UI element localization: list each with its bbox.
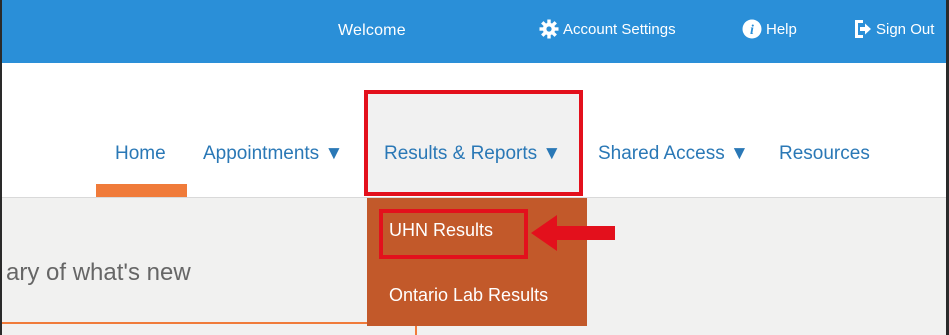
- svg-text:i: i: [750, 23, 754, 38]
- nav-home[interactable]: Home: [115, 143, 166, 165]
- welcome-text: Welcome: [338, 22, 406, 39]
- content-divider: [2, 322, 415, 324]
- sign-out-icon: [854, 19, 872, 39]
- account-settings-label: Account Settings: [563, 20, 676, 38]
- help-link[interactable]: i Help: [742, 19, 797, 39]
- account-settings-link[interactable]: Account Settings: [539, 19, 676, 39]
- uhn-highlight-box: [379, 209, 528, 259]
- top-bar: Welcome Account Settings i Help Sign Out: [2, 0, 946, 63]
- menu-item-ontario-lab-results[interactable]: Ontario Lab Results: [389, 285, 548, 306]
- summary-heading: ary of what's new: [6, 259, 191, 286]
- nav-resources[interactable]: Resources: [779, 143, 870, 165]
- nav-results-reports[interactable]: Results & Reports ▼: [384, 143, 561, 165]
- main-nav: Home Appointments ▼ Results & Reports ▼ …: [2, 63, 946, 198]
- left-arrow-icon: [531, 213, 615, 258]
- help-label: Help: [766, 20, 797, 38]
- nav-appointments[interactable]: Appointments ▼: [203, 143, 343, 165]
- sign-out-link[interactable]: Sign Out: [854, 19, 934, 39]
- info-icon: i: [742, 19, 762, 39]
- nav-shared-access[interactable]: Shared Access ▼: [598, 143, 749, 165]
- sign-out-label: Sign Out: [876, 20, 935, 38]
- active-tab-indicator: [96, 184, 187, 198]
- gear-icon: [539, 19, 559, 39]
